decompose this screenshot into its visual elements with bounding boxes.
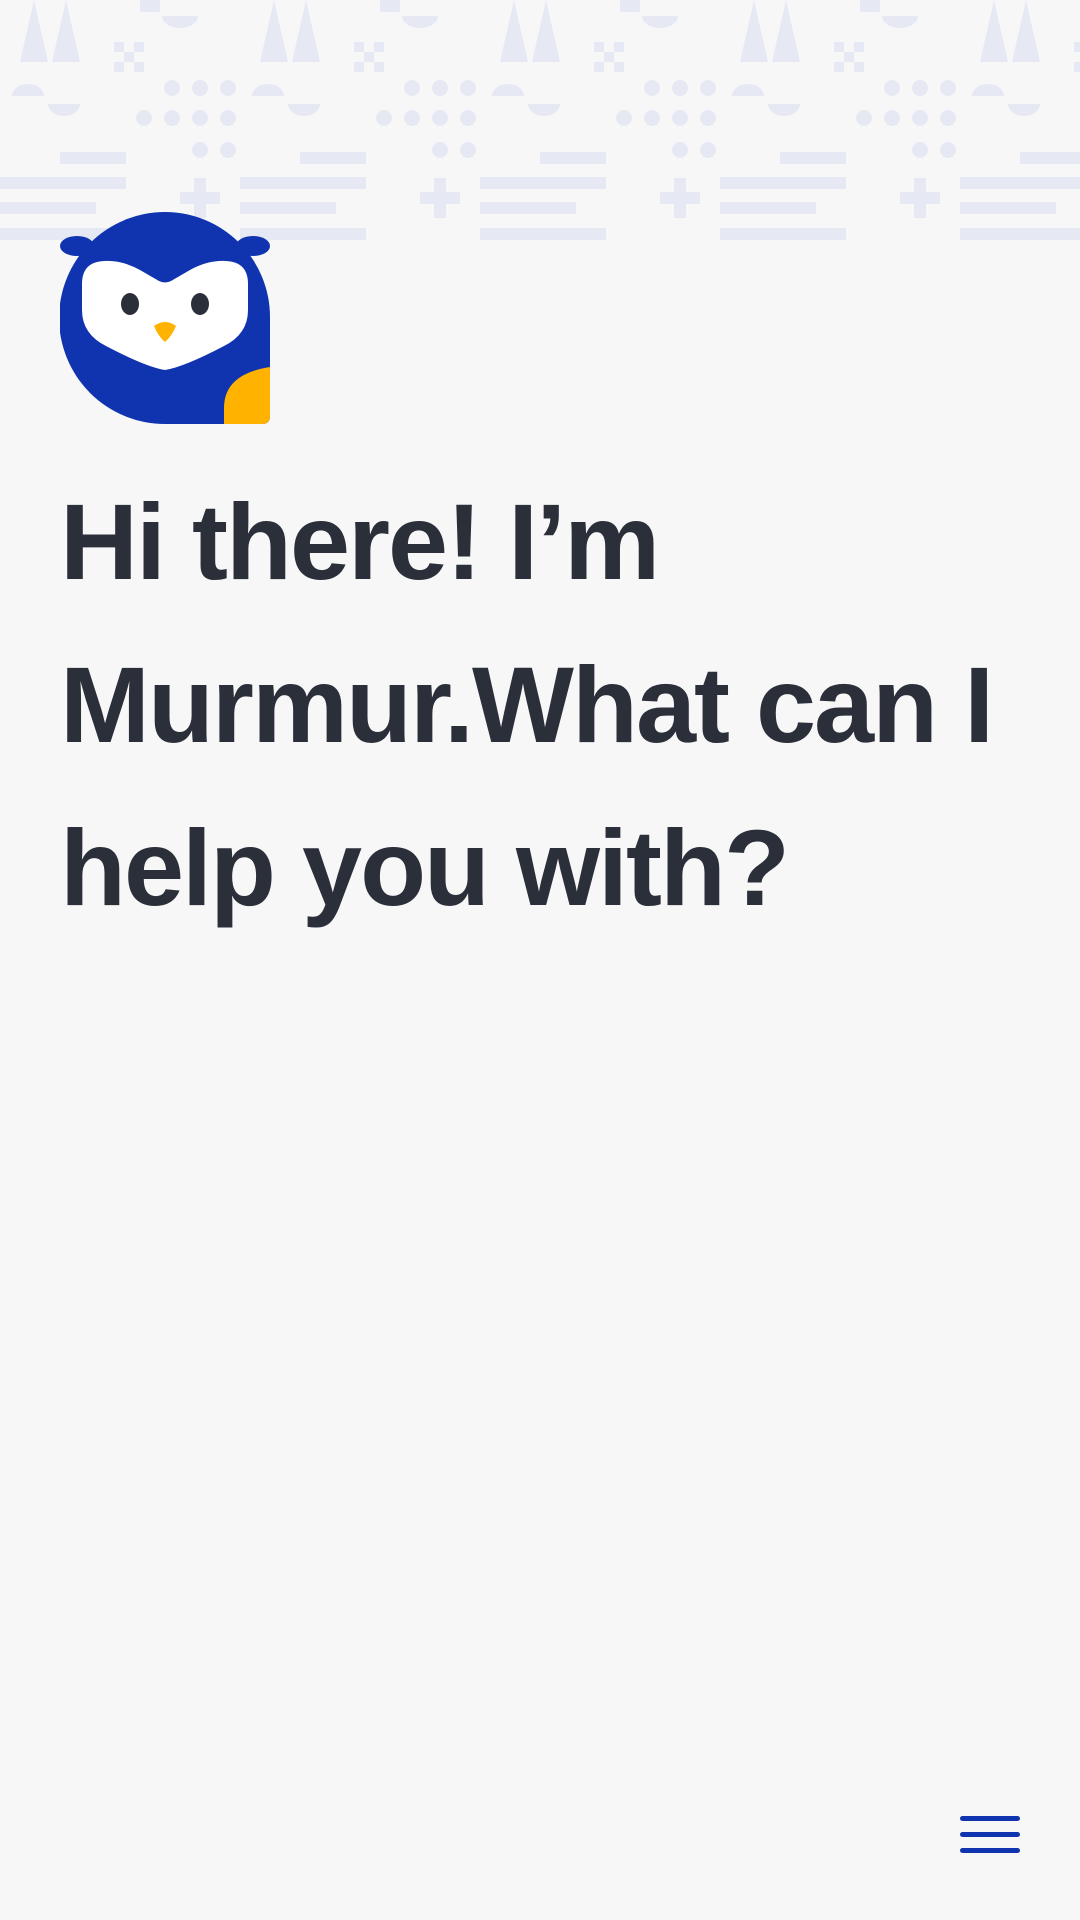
owl-mascot-icon (60, 212, 270, 424)
app-screen: Hi there! I’m Murmur.What can I help you… (0, 0, 1080, 1920)
menu-bar-bottom (960, 1848, 1020, 1853)
menu-bar-top (960, 1816, 1020, 1821)
menu-bar-middle (960, 1832, 1020, 1837)
greeting-headline: Hi there! I’m Murmur.What can I help you… (60, 481, 994, 928)
hamburger-menu-button[interactable] (950, 1800, 1030, 1870)
